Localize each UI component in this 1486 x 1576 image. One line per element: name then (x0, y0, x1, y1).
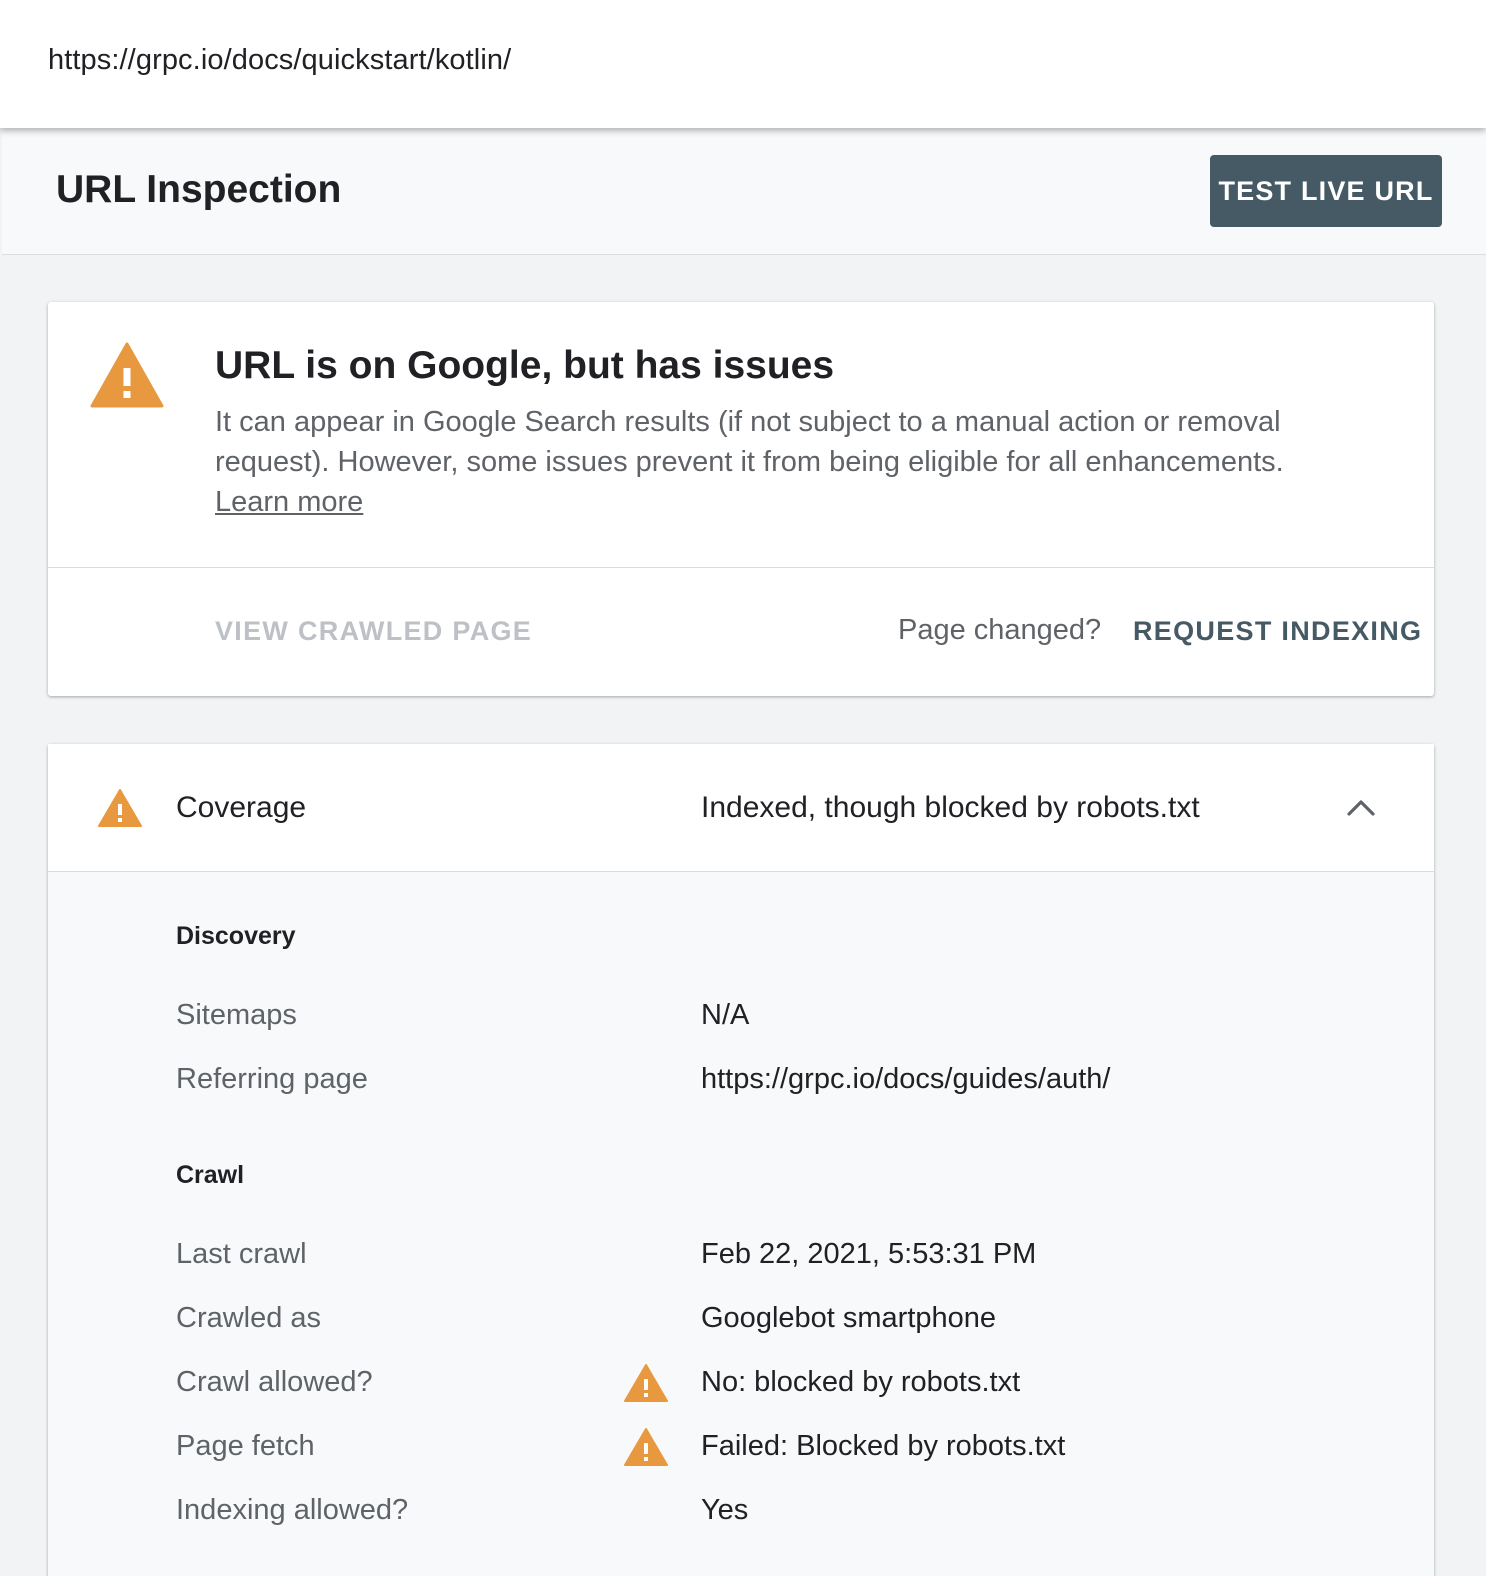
inspected-url[interactable]: https://grpc.io/docs/quickstart/kotlin/ (48, 44, 511, 77)
test-live-url-button[interactable]: TEST LIVE URL (1210, 155, 1442, 227)
coverage-header[interactable]: Coverage Indexed, though blocked by robo… (48, 744, 1434, 872)
row-label: Crawled as (176, 1302, 322, 1334)
section-heading-crawl: Crawl (176, 1161, 245, 1189)
warning-triangle-icon (90, 342, 164, 408)
status-description: It can appear in Google Search results (… (215, 406, 1284, 478)
coverage-card: Coverage Indexed, though blocked by robo… (48, 744, 1434, 1576)
page-header: URL Inspection TEST LIVE URL (2, 128, 1486, 255)
row-label: Page fetch (176, 1430, 315, 1462)
row-label: Indexing allowed? (176, 1494, 409, 1526)
warning-triangle-icon (624, 1364, 668, 1402)
main-content: URL is on Google, but has issues It can … (2, 255, 1486, 1576)
row-value: Yes (701, 1494, 749, 1526)
divider (48, 567, 1434, 568)
page-changed-label: Page changed? (898, 614, 1102, 646)
coverage-label: Coverage (176, 791, 307, 824)
row-value: Feb 22, 2021, 5:53:31 PM (701, 1238, 1037, 1270)
row-label: Crawl allowed? (176, 1366, 373, 1398)
warning-triangle-icon (624, 1428, 668, 1466)
row-label: Sitemaps (176, 999, 297, 1031)
page-title: URL Inspection (56, 168, 342, 211)
learn-more-link[interactable]: Learn more (215, 482, 363, 522)
row-label: Last crawl (176, 1238, 307, 1270)
view-crawled-page-button[interactable]: VIEW CRAWLED PAGE (215, 616, 532, 647)
row-value: N/A (701, 999, 750, 1031)
warning-triangle-icon (98, 789, 142, 827)
coverage-value: Indexed, though blocked by robots.txt (701, 791, 1200, 824)
url-bar[interactable]: https://grpc.io/docs/quickstart/kotlin/ (0, 0, 1486, 128)
row-value: Googlebot smartphone (701, 1302, 997, 1334)
row-value: No: blocked by robots.txt (701, 1366, 1021, 1398)
row-value[interactable]: https://grpc.io/docs/guides/auth/ (701, 1063, 1110, 1096)
row-label: Referring page (176, 1063, 368, 1095)
chevron-up-icon[interactable] (1346, 796, 1376, 818)
index-status-card: URL is on Google, but has issues It can … (48, 302, 1434, 696)
row-value: Failed: Blocked by robots.txt (701, 1430, 1066, 1462)
request-indexing-button[interactable]: REQUEST INDEXING (1133, 616, 1422, 647)
section-heading-discovery: Discovery (176, 922, 296, 950)
status-title: URL is on Google, but has issues (215, 344, 835, 387)
